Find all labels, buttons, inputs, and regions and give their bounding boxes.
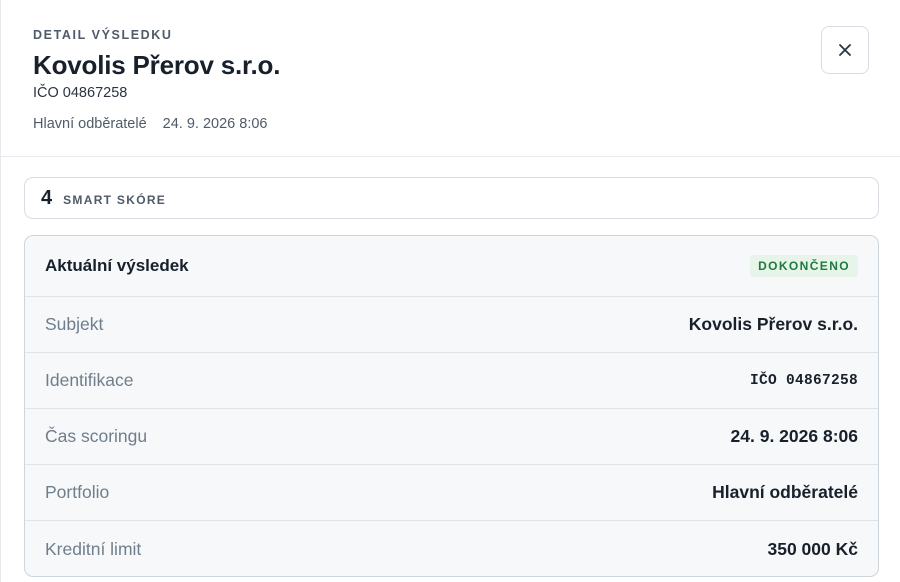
detail-header: DETAIL VÝSLEDKU Kovolis Přerov s.r.o. IČ… (1, 0, 900, 157)
result-row-identification: Identifikace IČO 04867258 (25, 353, 878, 409)
result-card-header: Aktuální výsledek DOKONČENO (25, 236, 878, 297)
score-label: SMART SKÓRE (63, 192, 167, 207)
current-result-card: Aktuální výsledek DOKONČENO Subjekt Kovo… (24, 235, 879, 577)
header-meta: Hlavní odběratelé 24. 9. 2026 8:06 (33, 116, 868, 133)
result-row-scoring-time: Čas scoringu 24. 9. 2026 8:06 (25, 409, 878, 465)
row-label: Čas scoringu (45, 426, 148, 446)
result-detail-panel: DETAIL VÝSLEDKU Kovolis Přerov s.r.o. IČ… (0, 0, 900, 582)
row-value: IČO 04867258 (749, 372, 858, 389)
result-row-portfolio: Portfolio Hlavní odběratelé (25, 465, 878, 521)
row-label: Subjekt (45, 314, 104, 334)
portfolio-name: Hlavní odběratelé (33, 116, 147, 132)
scoring-timestamp: 24. 9. 2026 8:06 (162, 116, 268, 132)
result-title: Aktuální výsledek (45, 256, 189, 275)
row-label: Portfolio (45, 482, 110, 502)
result-row-subject: Subjekt Kovolis Přerov s.r.o. (25, 297, 878, 353)
row-label: Kreditní limit (45, 538, 142, 559)
score-value: 4 (41, 186, 53, 209)
result-row-credit-limit: Kreditní limit 350 000 Kč (25, 521, 878, 576)
close-icon (839, 44, 851, 56)
smart-score-card: 4 SMART SKÓRE (24, 177, 879, 219)
row-value: Hlavní odběratelé (712, 482, 858, 502)
row-label: Identifikace (45, 370, 134, 390)
row-value: 350 000 Kč (767, 538, 859, 559)
page-title: Kovolis Přerov s.r.o. (33, 50, 281, 80)
close-button[interactable] (821, 26, 869, 74)
row-value: Kovolis Přerov s.r.o. (688, 314, 858, 334)
row-value: 24. 9. 2026 8:06 (730, 426, 858, 446)
status-badge: DOKONČENO (750, 255, 858, 277)
eyebrow-label: DETAIL VÝSLEDKU (33, 28, 173, 42)
company-ico: IČO 04867258 (33, 85, 128, 101)
